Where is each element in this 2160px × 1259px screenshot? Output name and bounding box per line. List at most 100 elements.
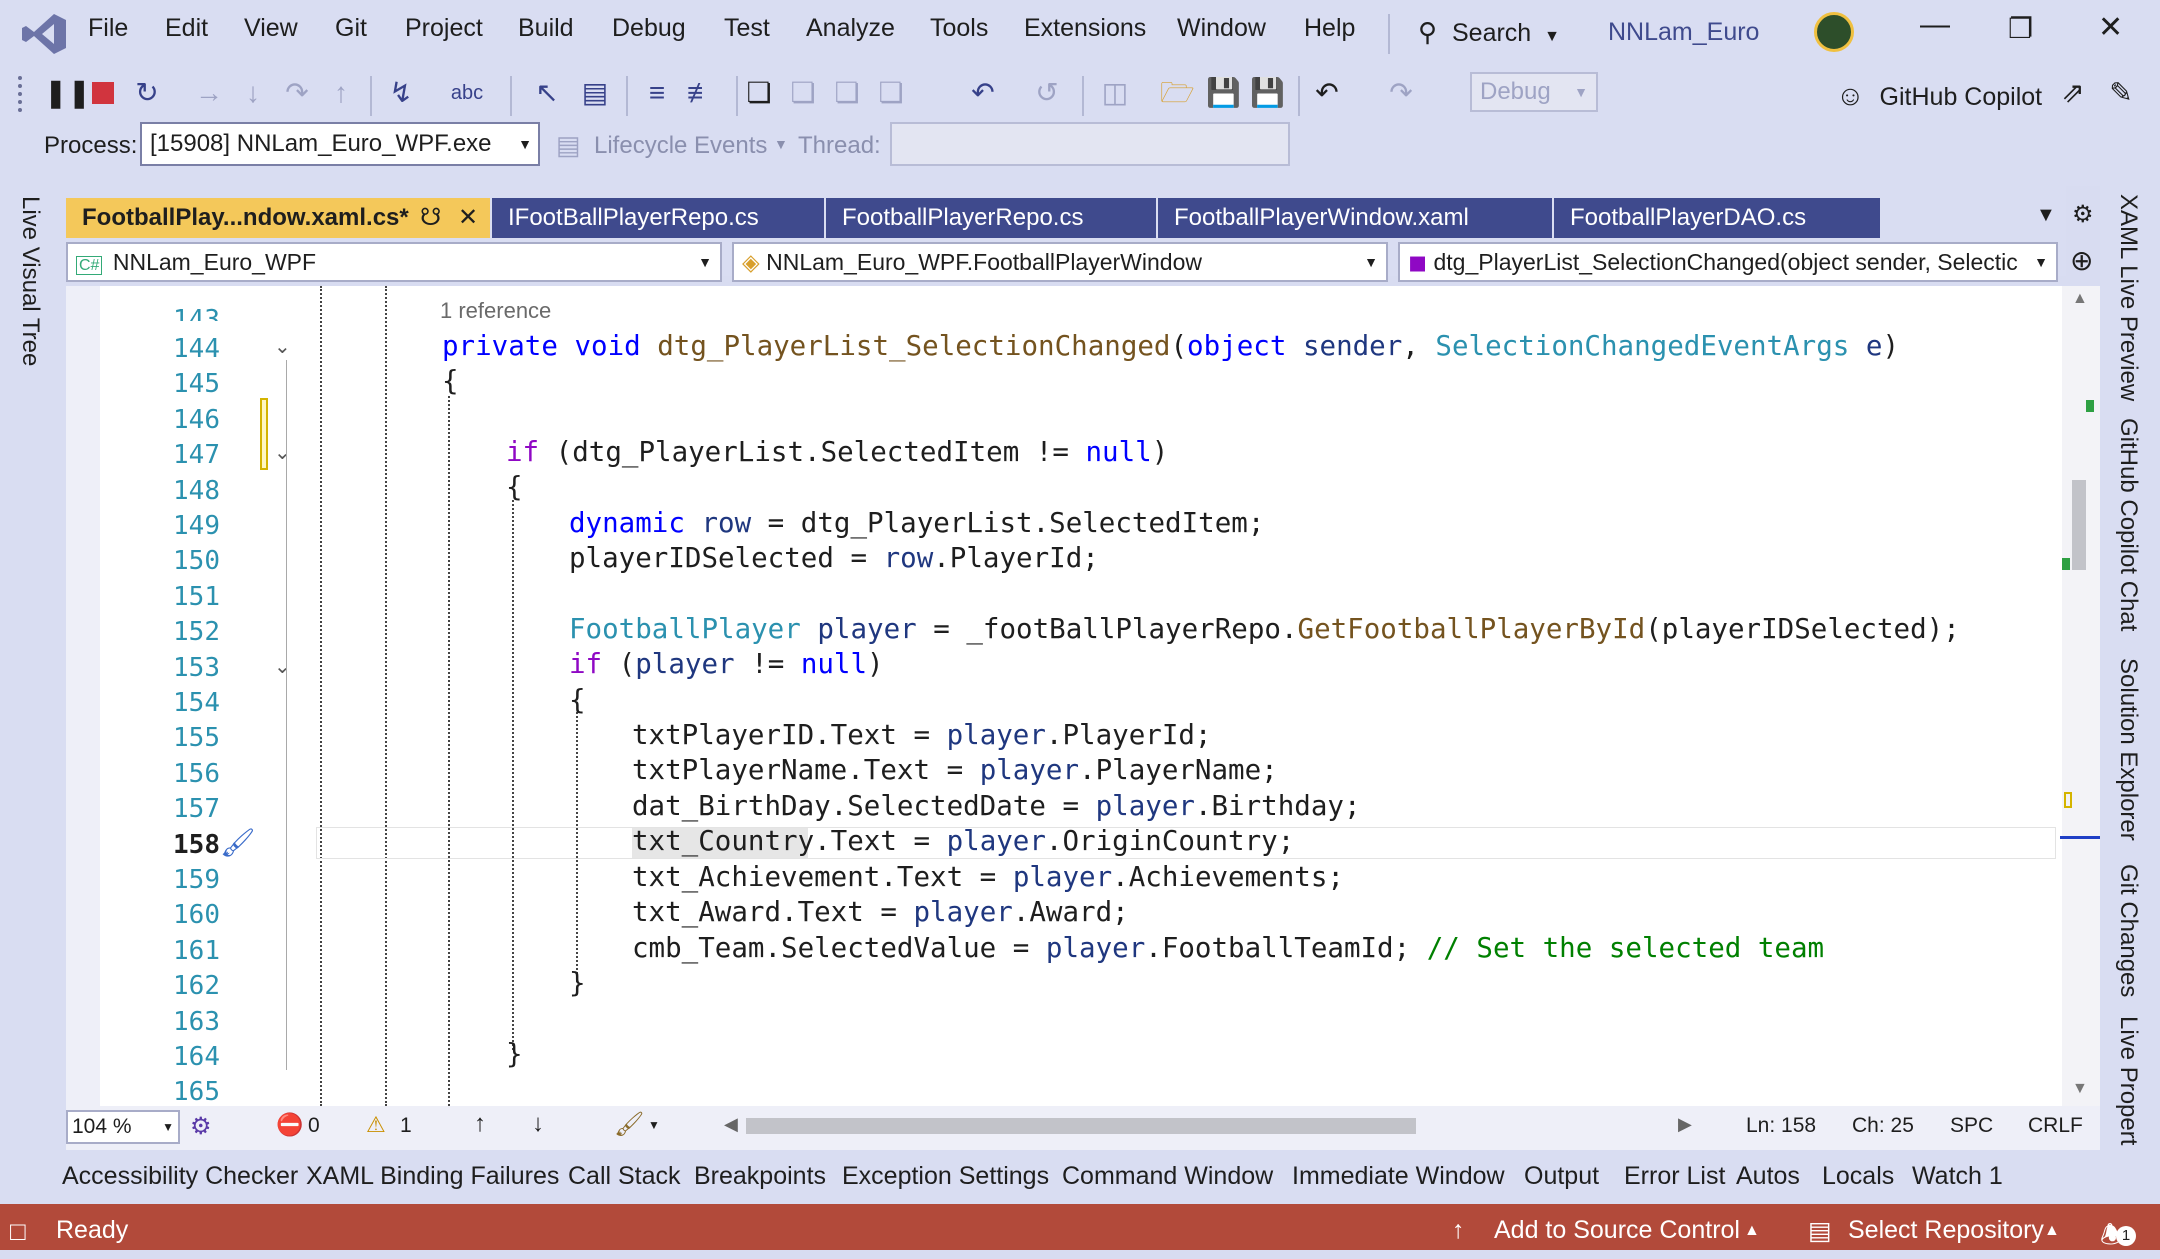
code-line-161[interactable]: cmb_Team.SelectedValue = player.Football… — [632, 932, 1824, 964]
bookmark-icon[interactable]: ❏ — [742, 76, 776, 110]
scroll-left-icon[interactable]: ◀ — [724, 1114, 738, 1135]
pin-icon[interactable]: ☋ — [420, 198, 441, 238]
tab-exception-settings[interactable]: Exception Settings — [842, 1162, 1049, 1191]
new-project-icon[interactable]: ◫ — [1098, 76, 1132, 110]
code-line-145[interactable]: { — [442, 365, 459, 397]
menu-view[interactable]: View — [244, 14, 298, 43]
class-dropdown[interactable]: ◈ NNLam_Euro_WPF.FootballPlayerWindow ▼ — [732, 242, 1388, 282]
copilot-button[interactable]: ☺ GitHub Copilot — [1836, 76, 2042, 116]
tab-breakpoints[interactable]: Breakpoints — [694, 1162, 826, 1191]
add-to-source-control-button[interactable]: Add to Source Control — [1494, 1216, 1740, 1245]
prev-issue-icon[interactable]: ↑ — [474, 1110, 486, 1138]
menu-analyze[interactable]: Analyze — [806, 14, 895, 43]
code-line-150[interactable]: playerIDSelected = row.PlayerId; — [569, 542, 1099, 574]
member-dropdown[interactable]: ◼ dtg_PlayerList_SelectionChanged(object… — [1398, 242, 2058, 282]
tab-autos[interactable]: Autos — [1736, 1162, 1800, 1191]
error-icon[interactable]: ⛔ — [276, 1112, 303, 1138]
zoom-dropdown[interactable]: 104 % ▼ — [66, 1110, 180, 1144]
chevron-up-icon[interactable]: ▲ — [2044, 1222, 2060, 1240]
menu-extensions[interactable]: Extensions — [1024, 14, 1146, 43]
code-lens-reference[interactable]: 1 reference — [440, 298, 551, 324]
tab-call-stack[interactable]: Call Stack — [568, 1162, 681, 1191]
gear-icon[interactable]: ⚙ — [2072, 200, 2094, 229]
scroll-down-icon[interactable]: ▼ — [2072, 1080, 2088, 1098]
code-line-155[interactable]: txtPlayerID.Text = player.PlayerId; — [632, 719, 1212, 751]
menu-build[interactable]: Build — [518, 14, 574, 43]
code-line-157[interactable]: dat_BirthDay.SelectedDate = player.Birth… — [632, 790, 1361, 822]
config-dropdown[interactable]: Debug ▼ — [1470, 72, 1598, 112]
code-line-160[interactable]: txt_Award.Text = player.Award; — [632, 896, 1129, 928]
thread-dropdown[interactable] — [890, 122, 1290, 166]
menu-edit[interactable]: Edit — [165, 14, 208, 43]
display-layout-icon[interactable]: ▤ — [578, 76, 612, 110]
code-line-152[interactable]: FootballPlayer player = _footBallPlayerR… — [569, 613, 1960, 645]
tab-xaml-binding-failures[interactable]: XAML Binding Failures — [306, 1162, 559, 1191]
code-line-159[interactable]: txt_Achievement.Text = player.Achievemen… — [632, 861, 1344, 893]
tab-locals[interactable]: Locals — [1822, 1162, 1894, 1191]
line-indicator[interactable]: Ln: 158 — [1746, 1114, 1816, 1138]
process-dropdown[interactable]: [15908] NNLam_Euro_WPF.exe ▼ — [140, 122, 540, 166]
collapse-icon[interactable]: ⌄ — [274, 334, 291, 359]
restart-icon[interactable]: ↻ — [130, 76, 164, 110]
vertical-scrollbar[interactable] — [2062, 286, 2100, 1106]
menu-git[interactable]: Git — [335, 14, 367, 43]
notification-count[interactable]: 1 — [2116, 1226, 2136, 1246]
whitespace-indicator[interactable]: SPC — [1950, 1114, 1993, 1138]
show-next-statement-icon[interactable]: → — [192, 76, 226, 110]
solution-explorer-tab[interactable]: Solution Explorer — [2114, 658, 2142, 841]
tab-output[interactable]: Output — [1524, 1162, 1599, 1191]
split-editor-icon[interactable]: ⊕ — [2070, 244, 2093, 277]
select-element-icon[interactable]: ↖ — [530, 76, 564, 110]
tab-accessibility-checker[interactable]: Accessibility Checker — [62, 1162, 298, 1191]
horizontal-scroll-thumb[interactable] — [746, 1118, 1416, 1134]
live-properties-tab[interactable]: Live Propert — [2114, 1016, 2142, 1145]
restore-icon[interactable]: ❐ — [2008, 12, 2033, 45]
undo-icon[interactable]: ↶ — [1310, 76, 1344, 110]
hot-reload-icon[interactable]: ↯ — [384, 76, 418, 110]
code-line-158[interactable]: txt_Country.Text = player.OriginCountry; — [632, 825, 1294, 857]
tab-footballplayerwindow-cs[interactable]: FootballPlay...ndow.xaml.cs* ☋ ✕ — [66, 198, 490, 238]
code-line-162[interactable]: } — [569, 967, 586, 999]
clear-bookmarks-icon[interactable]: ❏ — [874, 76, 908, 110]
collapse-icon[interactable]: ⌄ — [274, 654, 291, 679]
column-indicator[interactable]: Ch: 25 — [1852, 1114, 1914, 1138]
tab-watch-1[interactable]: Watch 1 — [1912, 1162, 2003, 1191]
warning-icon[interactable]: ⚠ — [366, 1112, 386, 1138]
stop-icon[interactable] — [92, 82, 114, 104]
warning-count[interactable]: 1 — [400, 1114, 412, 1138]
tab-footballplayerdao[interactable]: FootballPlayerDAO.cs — [1554, 198, 1880, 238]
navigate-back-icon[interactable]: ↶ — [966, 76, 1000, 110]
copilot-chat-tab[interactable]: GitHub Copilot Chat — [2114, 418, 2142, 631]
live-visual-tree-tab[interactable]: Live Visual Tree — [16, 196, 44, 366]
code-line-153[interactable]: if (player != null) — [569, 648, 884, 680]
menu-debug[interactable]: Debug — [612, 14, 686, 43]
save-all-icon[interactable]: 💾 — [1250, 76, 1285, 110]
code-line-156[interactable]: txtPlayerName.Text = player.PlayerName; — [632, 754, 1278, 786]
code-line-144[interactable]: private void dtg_PlayerList_SelectionCha… — [442, 330, 1899, 362]
tab-list-icon[interactable]: ▼ — [2036, 204, 2056, 227]
tab-ifootballplayerrepo[interactable]: IFootBallPlayerRepo.cs — [492, 198, 824, 238]
outdent-icon[interactable]: ≢ — [684, 76, 718, 110]
step-into-icon[interactable]: ↓ — [236, 76, 270, 110]
toolbar-grip[interactable] — [18, 76, 26, 112]
chevron-up-icon[interactable]: ▲ — [1744, 1222, 1760, 1240]
menu-file[interactable]: File — [88, 14, 128, 43]
menu-test[interactable]: Test — [724, 14, 770, 43]
close-window-icon[interactable]: ✕ — [2098, 10, 2123, 45]
minimize-icon[interactable]: — — [1920, 8, 1950, 42]
tab-error-list[interactable]: Error List — [1624, 1162, 1725, 1191]
next-issue-icon[interactable]: ↓ — [532, 1110, 544, 1138]
prev-bookmark-icon[interactable]: ❏ — [786, 76, 820, 110]
tab-command-window[interactable]: Command Window — [1062, 1162, 1273, 1191]
code-cleanup-icon[interactable]: 🖌 — [614, 1110, 644, 1139]
code-line-149[interactable]: dynamic row = dtg_PlayerList.SelectedIte… — [569, 507, 1264, 539]
search-box[interactable]: ⚲ Search ▼ — [1418, 12, 1560, 52]
spellcheck-icon[interactable]: abc — [450, 76, 484, 110]
git-changes-tab[interactable]: Git Changes — [2114, 864, 2142, 997]
menu-help[interactable]: Help — [1304, 14, 1355, 43]
code-line-164[interactable]: } — [506, 1038, 523, 1070]
tab-footballplayerrepo[interactable]: FootballPlayerRepo.cs — [826, 198, 1156, 238]
chevron-down-icon[interactable]: ▼ — [648, 1118, 660, 1132]
step-out-icon[interactable]: ↑ — [324, 76, 358, 110]
menu-tools[interactable]: Tools — [930, 14, 988, 43]
